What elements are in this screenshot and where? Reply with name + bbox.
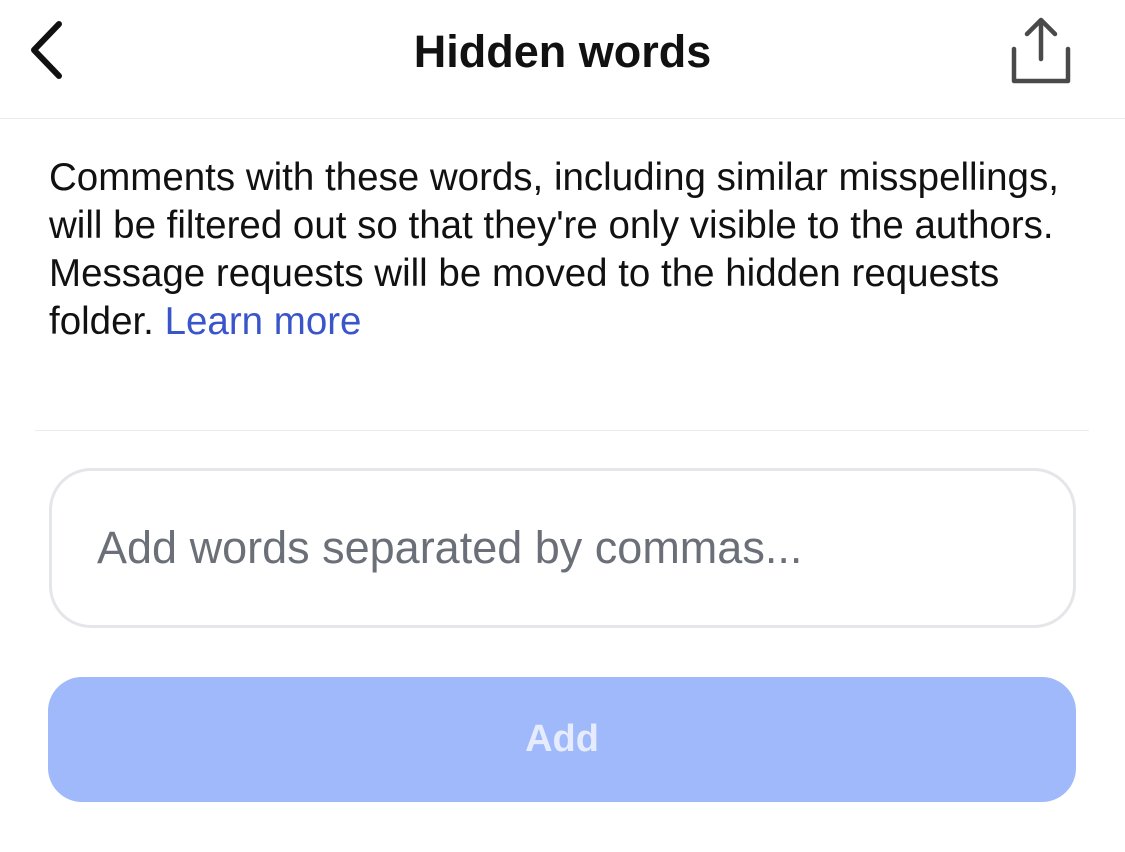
learn-more-link[interactable]: Learn more (165, 300, 362, 343)
divider (35, 430, 1089, 431)
page-title: Hidden words (413, 26, 712, 77)
add-button[interactable]: Add (48, 677, 1076, 802)
hidden-words-input[interactable] (97, 471, 1027, 625)
hidden-words-input-container (49, 468, 1076, 628)
description-text: Comments with these words, including sim… (49, 154, 1089, 346)
share-button[interactable] (996, 10, 1086, 94)
share-icon (1008, 15, 1074, 90)
header: Hidden words (0, 0, 1125, 119)
